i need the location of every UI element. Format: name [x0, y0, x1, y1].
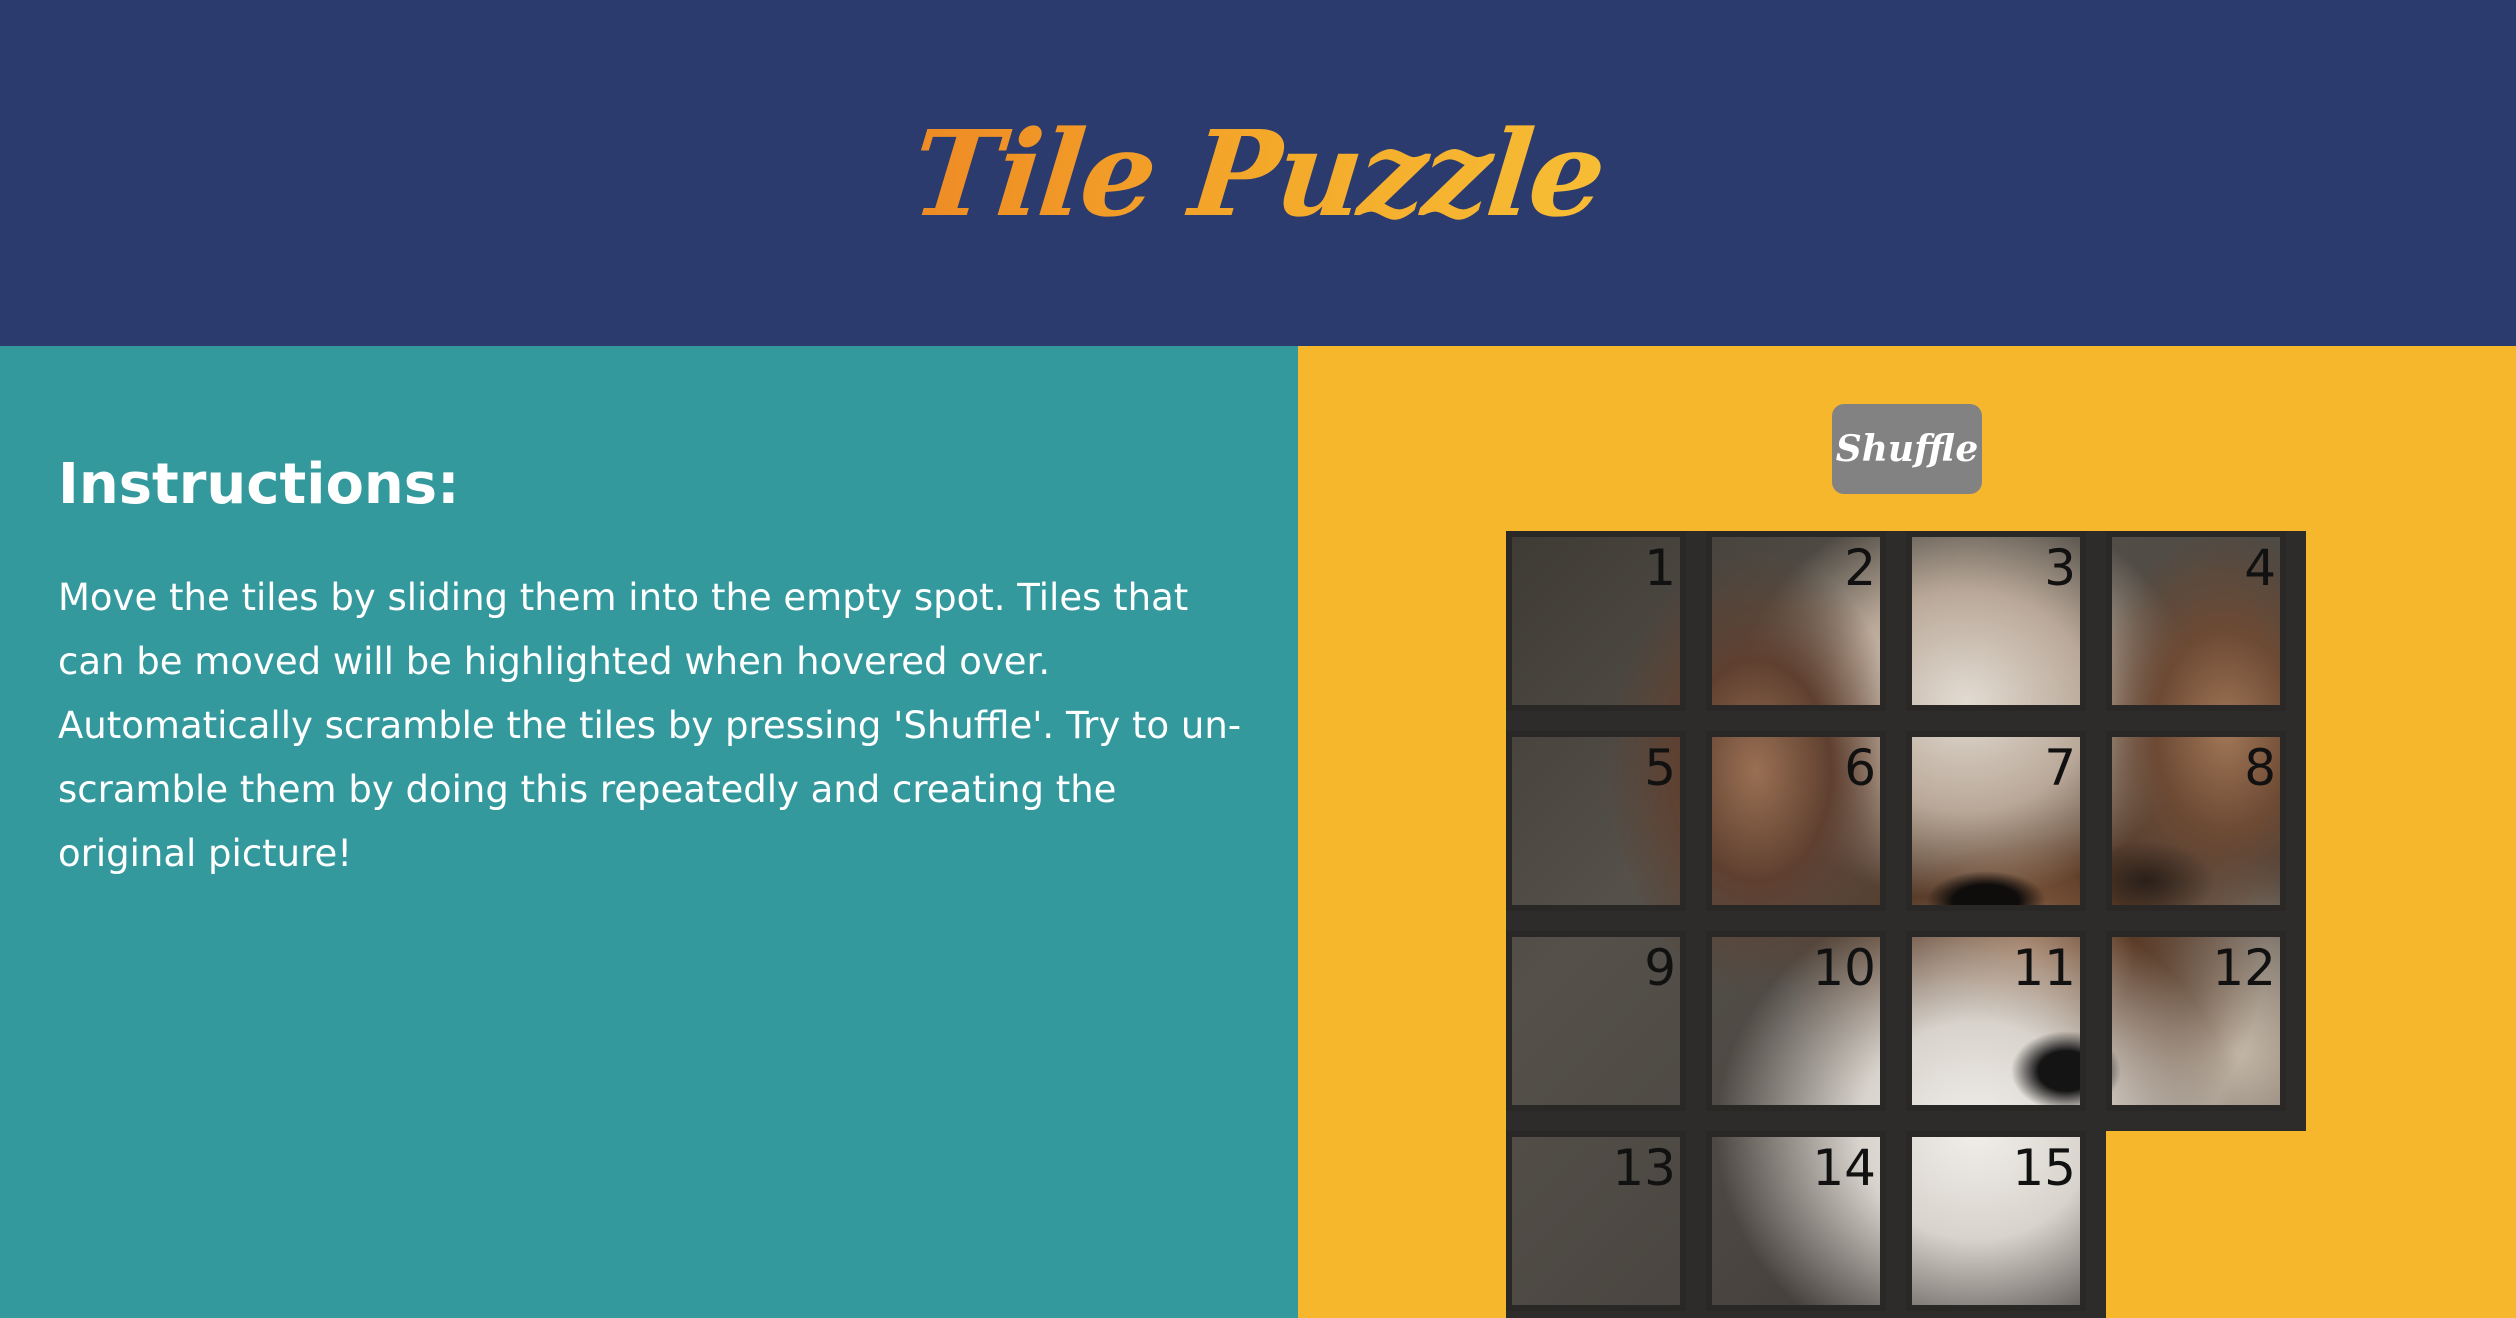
puzzle-board: 1 2 3 4 5 6 7 8 9 10 11 12 13 14 15 [1506, 531, 2306, 1318]
tile-number: 15 [2012, 1139, 2076, 1197]
puzzle-tile[interactable]: 7 [1906, 731, 2086, 911]
header: Tile Puzzle [0, 0, 2516, 346]
puzzle-tile[interactable]: 5 [1506, 731, 1686, 911]
tile-number: 11 [2012, 939, 2076, 997]
puzzle-tile[interactable]: 12 [2106, 931, 2286, 1111]
puzzle-tile[interactable]: 6 [1706, 731, 1886, 911]
puzzle-tile[interactable]: 4 [2106, 531, 2286, 711]
tile-number: 8 [2244, 739, 2276, 797]
instructions-heading: Instructions: [58, 452, 460, 517]
tile-number: 14 [1812, 1139, 1876, 1197]
puzzle-tile[interactable]: 8 [2106, 731, 2286, 911]
tile-number: 6 [1844, 739, 1876, 797]
tile-number: 10 [1812, 939, 1876, 997]
shuffle-button[interactable]: Shuffle [1832, 404, 1982, 494]
tile-number: 1 [1644, 539, 1676, 597]
tile-number: 2 [1844, 539, 1876, 597]
tile-number: 7 [2044, 739, 2076, 797]
puzzle-tile[interactable]: 14 [1706, 1131, 1886, 1311]
puzzle-tile[interactable]: 11 [1906, 931, 2086, 1111]
puzzle-tile[interactable]: 2 [1706, 531, 1886, 711]
tile-number: 13 [1612, 1139, 1676, 1197]
puzzle-tile[interactable]: 3 [1906, 531, 2086, 711]
puzzle-tile[interactable]: 1 [1506, 531, 1686, 711]
page-title: Tile Puzzle [906, 103, 1610, 243]
tile-number: 5 [1644, 739, 1676, 797]
tile-number: 3 [2044, 539, 2076, 597]
instructions-text: Move the tiles by sliding them into the … [58, 576, 1242, 875]
tile-number: 12 [2212, 939, 2276, 997]
puzzle-tile[interactable]: 9 [1506, 931, 1686, 1111]
puzzle-tile[interactable]: 10 [1706, 931, 1886, 1111]
empty-slot [2106, 1131, 2306, 1318]
tile-number: 9 [1644, 939, 1676, 997]
tile-number: 4 [2244, 539, 2276, 597]
puzzle-tile[interactable]: 15 [1906, 1131, 2086, 1311]
puzzle-tile[interactable]: 13 [1506, 1131, 1686, 1311]
